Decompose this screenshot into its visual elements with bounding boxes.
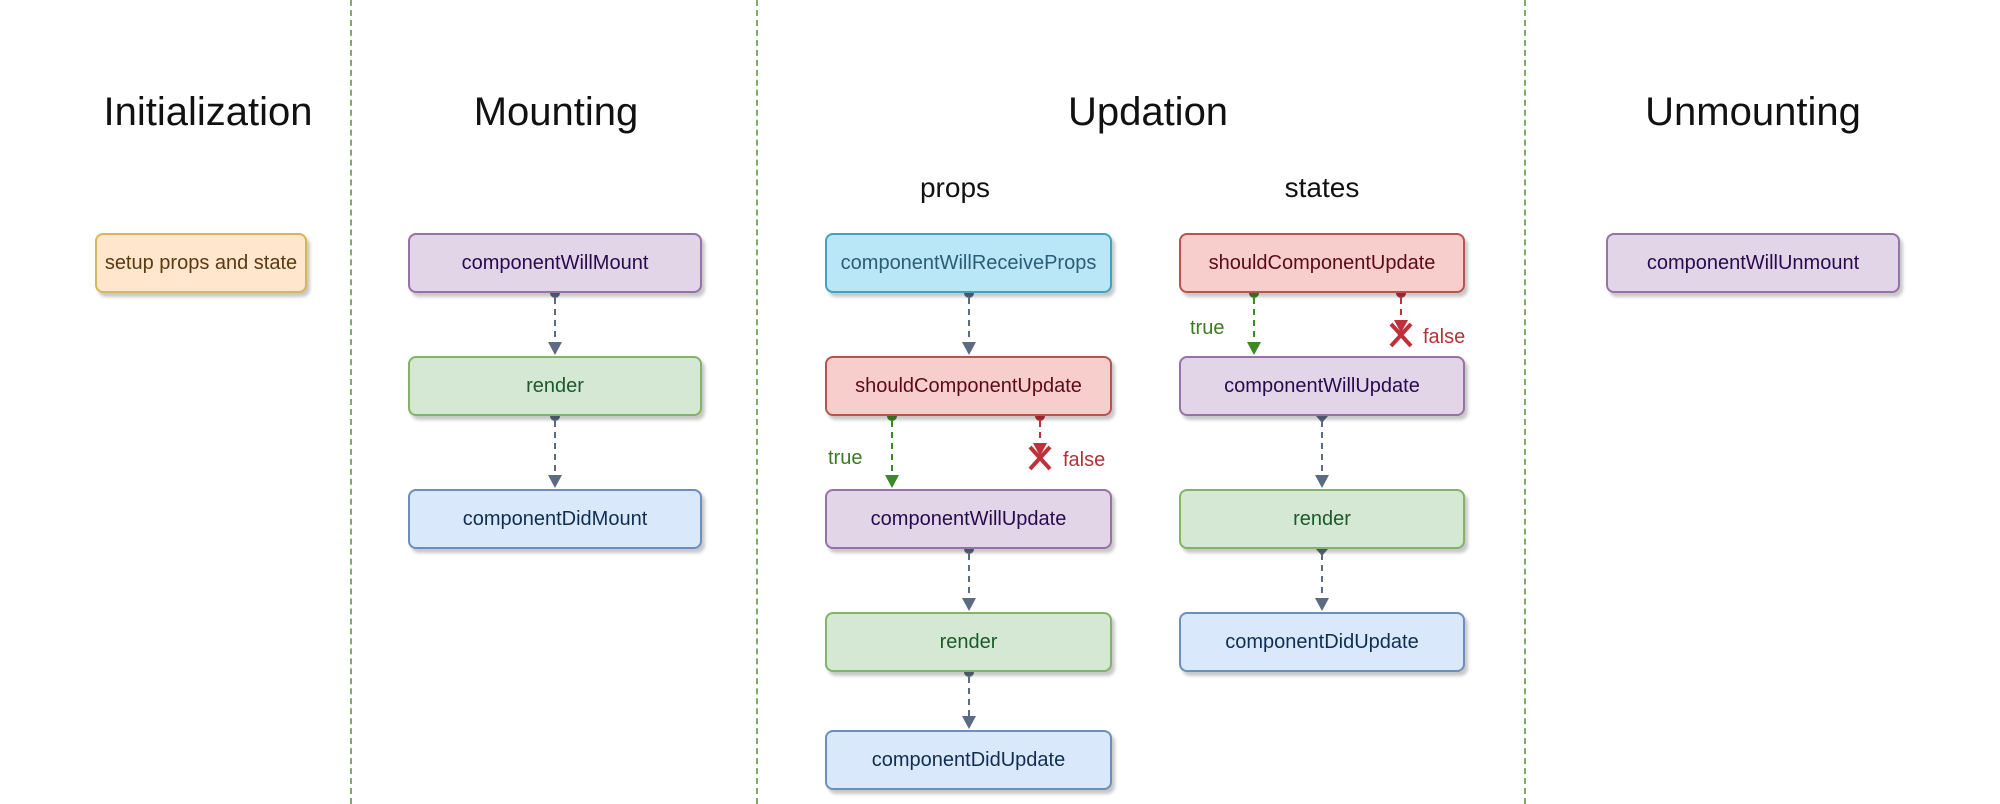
- connector-arrowhead: [962, 598, 976, 611]
- node-props-should-component-update[interactable]: shouldComponentUpdate: [825, 356, 1112, 416]
- node-props-component-did-update[interactable]: componentDidUpdate: [825, 730, 1112, 790]
- branch-label-props-true: true: [828, 447, 863, 469]
- node-mount-render[interactable]: render: [408, 356, 702, 416]
- branch-label-states-true: true: [1190, 317, 1225, 339]
- connector-arrowhead: [1315, 598, 1329, 611]
- branch-label-props-false: false: [1063, 449, 1106, 471]
- connector-arrowhead: [885, 475, 899, 488]
- node-component-did-mount[interactable]: componentDidMount: [408, 489, 702, 549]
- connector-arrowhead: [962, 342, 976, 355]
- node-states-component-will-update[interactable]: componentWillUpdate: [1179, 356, 1465, 416]
- node-component-will-mount[interactable]: componentWillMount: [408, 233, 702, 293]
- node-setup-props-and-state[interactable]: setup props and state: [95, 233, 307, 293]
- connector-arrowhead: [962, 716, 976, 729]
- node-props-component-will-update[interactable]: componentWillUpdate: [825, 489, 1112, 549]
- node-states-component-did-update[interactable]: componentDidUpdate: [1179, 612, 1465, 672]
- connector-arrowhead: [548, 342, 562, 355]
- connector-arrowhead: [1315, 475, 1329, 488]
- node-states-render[interactable]: render: [1179, 489, 1465, 549]
- node-props-render[interactable]: render: [825, 612, 1112, 672]
- connector-arrowhead: [548, 475, 562, 488]
- connector-arrowhead: [1247, 342, 1261, 355]
- node-component-will-receive-props[interactable]: componentWillReceiveProps: [825, 233, 1112, 293]
- node-component-will-unmount[interactable]: componentWillUnmount: [1606, 233, 1900, 293]
- node-states-should-component-update[interactable]: shouldComponentUpdate: [1179, 233, 1465, 293]
- branch-label-states-false: false: [1423, 326, 1466, 348]
